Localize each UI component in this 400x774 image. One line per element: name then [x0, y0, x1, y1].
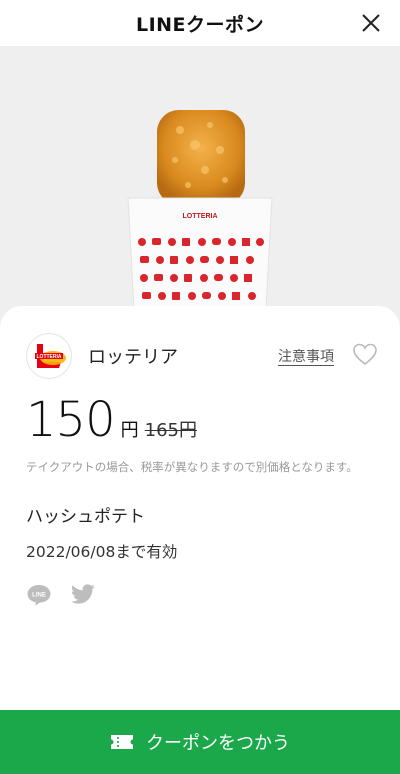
- use-coupon-label: クーポンをつかう: [146, 733, 290, 754]
- item-name: ハッシュポテト: [26, 507, 145, 527]
- coupon-page: LINEクーポン LOTTERIA LOTTERIA ロッテリア 注意事項 15…: [0, 0, 400, 774]
- close-button[interactable]: [356, 8, 386, 38]
- price-unit: 円: [120, 420, 139, 441]
- twitter-share-button[interactable]: [70, 582, 96, 608]
- close-icon: [362, 14, 380, 32]
- svg-text:LOTTERIA: LOTTERIA: [183, 213, 218, 220]
- svg-text:LINE: LINE: [32, 593, 46, 599]
- use-coupon-button[interactable]: クーポンをつかう: [0, 710, 400, 774]
- brand-logo: LOTTERIA: [26, 333, 72, 379]
- svg-text:LOTTERIA: LOTTERIA: [37, 354, 62, 360]
- favorite-button[interactable]: [352, 342, 378, 368]
- twitter-icon: [70, 584, 95, 604]
- tax-note: テイクアウトの場合、税率が異なりますので別価格となります。: [26, 460, 358, 474]
- product-hero: LOTTERIA: [0, 46, 400, 336]
- lotteria-logo: LOTTERIA: [35, 344, 66, 368]
- brand-row: LOTTERIA ロッテリア 注意事項: [26, 332, 378, 380]
- product-image: LOTTERIA: [127, 110, 273, 309]
- store-name: ロッテリア: [88, 347, 178, 368]
- line-share-button[interactable]: LINE: [26, 582, 52, 608]
- original-price: 165円: [144, 420, 197, 441]
- notes-link[interactable]: 注意事項: [278, 346, 334, 366]
- heart-icon: [353, 343, 377, 366]
- validity-date: 2022/06/08まで有効: [26, 543, 178, 561]
- ticket-icon: [111, 735, 133, 749]
- coupon-price: 150: [26, 392, 116, 448]
- price-row: 150 円 165円: [26, 392, 197, 448]
- line-icon: LINE: [27, 585, 51, 606]
- header: LINEクーポン: [0, 0, 400, 46]
- coupon-card: LOTTERIA ロッテリア 注意事項 150 円 165円 テイクアウトの場合…: [0, 306, 400, 710]
- share-row: LINE: [26, 582, 96, 608]
- page-title: LINEクーポン: [135, 13, 265, 36]
